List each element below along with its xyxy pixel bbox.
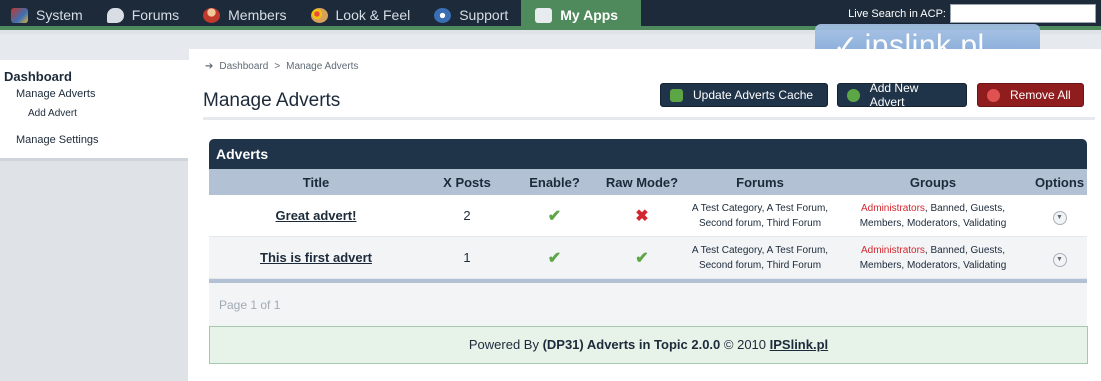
- remove-all-button[interactable]: Remove All: [977, 83, 1084, 107]
- footer-link[interactable]: IPSlink.pl: [770, 337, 829, 352]
- sidebar-heading: Dashboard: [4, 69, 72, 84]
- column-header: Groups: [909, 174, 957, 190]
- update-cache-label: Update Adverts Cache: [693, 88, 814, 102]
- column-header: X Posts: [443, 174, 491, 190]
- forums-cell: A Test Category, A Test Forum, Second fo…: [686, 243, 834, 273]
- table-row: This is first advert 1 ✔ ✔ A Test Catego…: [209, 237, 1087, 279]
- minus-icon: [987, 88, 1000, 102]
- column-header: Options: [1034, 174, 1085, 190]
- groups-line: Members, Moderators, Validating: [859, 217, 1007, 229]
- forums-line: Second forum, Third Forum: [698, 259, 822, 271]
- apps-icon: [535, 7, 553, 23]
- sidebar-item-add-advert[interactable]: Add Advert: [0, 104, 188, 124]
- nav-tab-label: System: [36, 7, 83, 23]
- nav-tab-system[interactable]: System: [0, 0, 96, 30]
- forums-line: A Test Category, A Test Forum,: [691, 244, 829, 256]
- members-icon: [203, 7, 221, 23]
- nav-tab-forums[interactable]: Forums: [96, 0, 192, 30]
- breadcrumb-current: Manage Adverts: [286, 61, 359, 72]
- options-cell: ▼: [1032, 206, 1087, 225]
- breadcrumb-arrow-icon: ➔: [205, 61, 214, 72]
- forums-icon: [106, 7, 124, 23]
- live-search-label: Live Search in ACP:: [848, 7, 946, 20]
- adverts-table: Adverts Title X Posts Enable? Raw Mode? …: [209, 139, 1087, 327]
- advert-title-link[interactable]: Great advert!: [276, 208, 357, 223]
- support-icon: [434, 7, 452, 23]
- title-divider: [203, 117, 1095, 120]
- groups-rest: , Banned, Guests,: [924, 244, 1005, 256]
- options-cell: ▼: [1032, 248, 1087, 267]
- add-advert-button[interactable]: Add New Advert: [837, 81, 967, 109]
- advert-title-cell: This is first advert: [209, 249, 423, 267]
- groups-rest: , Banned, Guests,: [924, 202, 1005, 214]
- column-header: Forums: [736, 174, 784, 190]
- raw-mode-check-icon[interactable]: ✔: [598, 248, 686, 268]
- x-posts-cell: 2: [463, 208, 471, 223]
- groups-cell: Administrators, Banned, Guests, Members,…: [834, 201, 1032, 231]
- table-heading: Adverts: [209, 139, 1087, 169]
- footer-product: (DP31) Adverts in Topic 2.0.0: [542, 337, 721, 352]
- update-cache-button[interactable]: Update Adverts Cache: [660, 83, 828, 107]
- groups-line: Administrators, Banned, Guests,: [834, 243, 1032, 258]
- sidebar-menu: Dashboard Manage Adverts Add Advert Mana…: [0, 60, 188, 161]
- advert-title-link[interactable]: This is first advert: [260, 250, 372, 265]
- groups-cell: Administrators, Banned, Guests, Members,…: [834, 243, 1032, 273]
- footer-prefix: Powered By: [468, 337, 543, 352]
- plus-icon: [847, 88, 860, 102]
- options-dropdown-icon[interactable]: ▼: [1052, 211, 1067, 225]
- group-administrators: Administrators: [861, 202, 925, 214]
- nav-tab-label: Support: [459, 7, 509, 23]
- nav-tab-look-feel[interactable]: Look & Feel: [300, 0, 424, 30]
- advert-title-cell: Great advert!: [209, 207, 423, 225]
- nav-tab-label: My Apps: [560, 7, 619, 23]
- pagination-text: Page 1 of 1: [209, 283, 1087, 327]
- footer-credit: Powered By (DP31) Adverts in Topic 2.0.0…: [209, 326, 1088, 364]
- sidebar: Dashboard Manage Adverts Add Advert Mana…: [0, 60, 189, 381]
- main-nav: System Forums Members Look & Feel Suppor…: [0, 0, 642, 30]
- sidebar-item-manage-adverts[interactable]: Manage Adverts: [0, 84, 188, 104]
- column-header: Raw Mode?: [605, 174, 679, 190]
- add-advert-label: Add New Advert: [869, 81, 919, 109]
- group-administrators: Administrators: [861, 244, 925, 256]
- footer-middle: © 2010: [720, 337, 770, 352]
- forums-cell: A Test Category, A Test Forum, Second fo…: [686, 201, 834, 231]
- nav-tab-support[interactable]: Support: [423, 0, 521, 30]
- breadcrumb-home[interactable]: Dashboard: [219, 61, 268, 72]
- groups-line: Members, Moderators, Validating: [859, 259, 1007, 271]
- forums-line: Second forum, Third Forum: [698, 217, 822, 229]
- breadcrumb: ➔ Dashboard > Manage Adverts: [205, 61, 358, 72]
- enabled-check-icon[interactable]: ✔: [511, 206, 598, 226]
- groups-line: Administrators, Banned, Guests,: [834, 201, 1032, 216]
- page-title: Manage Adverts: [203, 90, 341, 111]
- remove-all-label: Remove All: [1010, 88, 1071, 102]
- system-icon: [11, 7, 28, 23]
- nav-tab-members[interactable]: Members: [192, 0, 299, 30]
- breadcrumb-separator: >: [274, 61, 281, 72]
- enabled-check-icon[interactable]: ✔: [511, 248, 598, 268]
- table-column-headers: Title X Posts Enable? Raw Mode? Forums G…: [209, 169, 1087, 195]
- live-search: Live Search in ACP:: [848, 4, 1096, 23]
- sidebar-item-manage-settings[interactable]: Manage Settings: [0, 130, 188, 150]
- main-content: ➔ Dashboard > Manage Adverts Manage Adve…: [189, 49, 1101, 381]
- refresh-icon: [670, 88, 683, 102]
- nav-tab-label: Forums: [131, 7, 180, 23]
- column-header: Title: [302, 174, 330, 190]
- raw-mode-cross-icon[interactable]: ✖: [598, 206, 686, 226]
- x-posts-cell: 1: [463, 250, 471, 265]
- column-header: Enable?: [529, 174, 580, 190]
- nav-tab-label: Members: [228, 7, 287, 23]
- forums-line: A Test Category, A Test Forum,: [691, 202, 829, 214]
- nav-tab-my-apps[interactable]: My Apps: [521, 0, 642, 30]
- options-dropdown-icon[interactable]: ▼: [1052, 253, 1067, 267]
- nav-tab-label: Look & Feel: [335, 7, 411, 23]
- table-row: Great advert! 2 ✔ ✖ A Test Category, A T…: [209, 195, 1087, 237]
- look-feel-icon: [310, 7, 328, 23]
- live-search-input[interactable]: [950, 4, 1096, 23]
